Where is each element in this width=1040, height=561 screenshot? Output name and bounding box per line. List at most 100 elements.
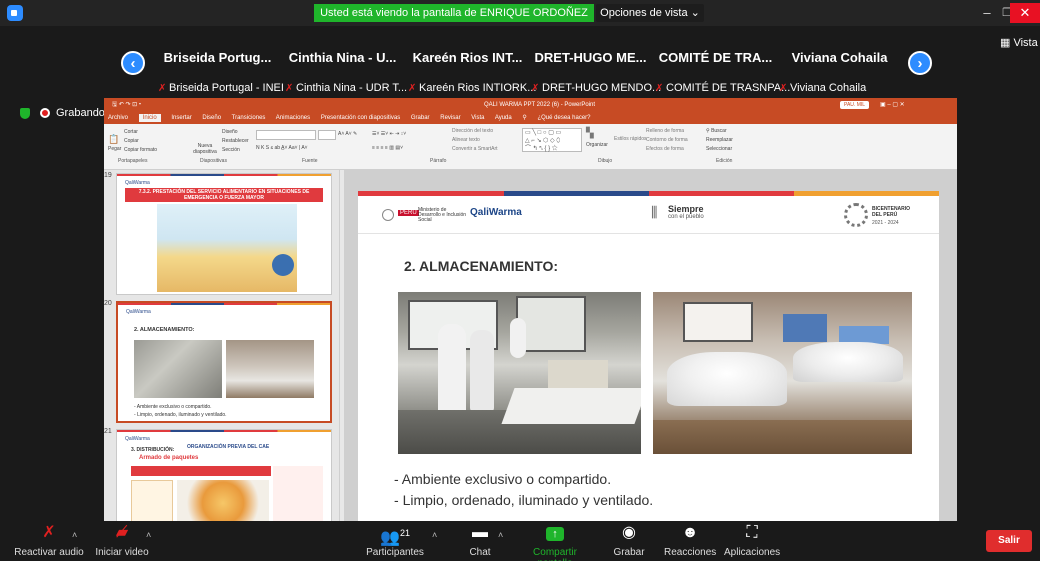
copy-button[interactable]: Copiar [124,138,139,144]
chevron-up-icon[interactable]: ˄ [72,530,77,540]
arrange-button[interactable]: Organizar [586,142,608,148]
participant-tile[interactable]: Viviana Cohaila [782,50,897,72]
gallery-view-button[interactable]: ▦ Vista [1000,36,1038,49]
font-size-select[interactable] [318,130,336,140]
zoom-logo-icon [7,5,23,21]
participant-tile[interactable]: Kareén Rios INT... [410,50,525,72]
slide-thumbnail[interactable]: QaliWarma 3. DISTRIBUCIÓN: ORGANIZACIÓN … [116,429,332,521]
paste-button[interactable]: Pegar [108,146,121,152]
tab-archivo[interactable]: Archivo [108,115,128,121]
current-slide[interactable]: PERÚ Ministerio de Desarrollo e Inclusió… [358,191,939,521]
shape-fill-button[interactable]: Relleno de forma [646,128,684,134]
thumb-logo-text: QaliWarma [125,436,150,442]
tab-ayuda[interactable]: Ayuda [495,115,512,121]
shapes-gallery[interactable]: ▭ ╲ □ ○ ▢ ▭ △ ⌐ ↘ ⬡ ◇ ⬯ ⌒ ↰ ⤣ { } ☆ [522,128,582,152]
leave-meeting-button[interactable]: Salir [986,530,1032,552]
shape-outline-button[interactable]: Contorno de forma [646,137,688,143]
tab-diseno[interactable]: Diseño [202,115,221,121]
thumb-title: 2. ALMACENAMIENTO: [134,327,195,333]
ppt-ribbon: 📋 Pegar Cortar Copiar Copiar formato Nue… [104,124,957,170]
muted-mic-icon: ✗ [408,83,417,94]
photo-blue-shelf [783,314,827,342]
apps-button[interactable]: ⛶ Aplicaciones [724,524,780,558]
recording-indicator[interactable]: Grabando [20,107,105,119]
start-video-button[interactable]: ▰̸ Iniciar video [94,524,150,558]
record-label: Grabar [613,547,645,558]
alignment-buttons[interactable]: ≡ ≡ ≡ ≡ ▥ ▤˅ [372,145,403,151]
participant-strip: ‹ Briseida Portug... Cinthia Nina - U...… [0,26,1040,98]
chevron-up-icon[interactable]: ˄ [432,530,437,540]
photo-bag-pile [793,342,903,382]
new-slide-button[interactable]: Nueva diapositiva [192,143,218,155]
thumb-subtitle: Armado de paquetes [139,455,199,461]
participant-name-label: ✗ Kareén Rios INTIORK... [408,82,537,94]
thumb-title: 7.3.2. PRESTACIÓN DEL SERVICIO ALIMENTAR… [125,188,323,202]
participant-tile[interactable]: COMITÉ DE TRA... [658,50,773,72]
thumb-logo-text: QaliWarma [126,309,151,315]
photo-floor [653,420,912,454]
ppt-ribbon-tabs: Archivo Inicio Insertar Diseño Transicio… [104,112,957,124]
text-direction-button[interactable]: Dirección del texto [452,128,493,134]
tab-vista[interactable]: Vista [471,115,484,121]
reset-button[interactable]: Restablecer [222,138,249,144]
ppt-window-controls: ▣ – ▢ ✕ [880,102,905,108]
font-family-select[interactable] [256,130,316,140]
chat-button[interactable]: ▬ Chat [462,524,498,558]
slide-thumbnail-selected[interactable]: QaliWarma 2. ALMACENAMIENTO: - Ambiente … [116,301,332,423]
siempre-logo: Siempre [668,204,704,214]
participant-tile[interactable]: DRET-HUGO ME... [533,50,648,72]
unmute-audio-label: Reactivar audio [14,547,84,558]
slide-number: 19 [104,172,112,179]
align-text-button[interactable]: Alinear texto [452,137,480,143]
tab-transiciones[interactable]: Transiciones [232,115,266,121]
tab-revisar[interactable]: Revisar [440,115,460,121]
chevron-up-icon[interactable]: ˄ [498,530,503,540]
group-label-slides: Diapositivas [200,158,227,164]
share-screen-button[interactable]: ↑ Compartir pantalla [516,524,594,561]
previous-page-arrow-icon[interactable]: ‹ [121,51,145,75]
font-style-buttons[interactable]: N K S ꜱ ab A̲˅ Aa˅ | A˅ [256,145,308,151]
chevron-up-icon[interactable]: ˄ [146,530,151,540]
bicentenario-emblem-icon [844,203,868,227]
participants-button[interactable]: 👥21 Participantes [366,524,424,558]
arrange-icon: ▚ [586,128,594,139]
font-size-icons[interactable]: A˄ A˅ ✎ [338,131,357,137]
format-painter-button[interactable]: Copiar formato [124,147,157,153]
ministry-logo: Ministerio de Desarrollo e Inclusión Soc… [418,207,467,223]
slide-editor-area: PERÚ Ministerio de Desarrollo e Inclusió… [344,170,957,521]
sharing-banner: Usted está viendo la pantalla de ENRIQUE… [314,4,594,37]
siempre-tagline: con el pueblo [668,214,704,220]
find-button[interactable]: ⚲ Buscar [706,128,727,134]
slide-thumbnail[interactable]: QaliWarma 7.3.2. PRESTACIÓN DEL SERVICIO… [116,173,332,295]
group-label-clipboard: Portapapeles [118,158,148,164]
thumb-title: ORGANIZACIÓN PREVIA DEL CAE [187,444,270,450]
photo-worker [470,330,494,412]
tab-presentacion[interactable]: Presentación con diapositivas [321,115,400,121]
layout-button[interactable]: Diseño [222,129,238,135]
select-button[interactable]: Seleccionar [706,146,732,152]
apps-label: Aplicaciones [724,547,781,558]
tab-animaciones[interactable]: Animaciones [276,115,310,121]
thumb-color-bar [118,303,330,305]
lightbulb-icon: ⚲ [522,115,529,121]
thumb-logo-text: QaliWarma [125,180,150,186]
tab-grabar[interactable]: Grabar [411,115,430,121]
view-options-button[interactable]: Opciones de vista ⌄ [596,4,704,22]
next-page-arrow-icon[interactable]: › [908,51,932,75]
participant-tile[interactable]: Briseida Portug... [160,50,275,72]
shape-effects-button[interactable]: Efectos de forma [646,146,684,152]
tab-inicio[interactable]: Inicio [138,114,161,122]
close-button[interactable]: ✕ [1010,3,1040,23]
quick-styles-button[interactable]: Estilos rápidos [614,136,647,142]
replace-button[interactable]: Reemplazar [706,137,733,143]
photo-worker [438,324,466,414]
section-button[interactable]: Sección [222,147,240,153]
participant-tile[interactable]: Cinthia Nina - U... [285,50,400,72]
cut-button[interactable]: Cortar [124,129,138,135]
tell-me-search[interactable]: ⚲ ¿Qué desea hacer? [522,115,599,121]
convert-smartart-button[interactable]: Convertir a SmartArt [452,146,498,152]
paragraph-list-buttons[interactable]: ☰˅ ☰˅ ⇤ ⇥ ↕˅ [372,131,406,137]
record-button[interactable]: ◉ Grabar [611,524,647,558]
tab-insertar[interactable]: Insertar [171,115,191,121]
reactions-button[interactable]: ☻ Reacciones [664,524,716,558]
